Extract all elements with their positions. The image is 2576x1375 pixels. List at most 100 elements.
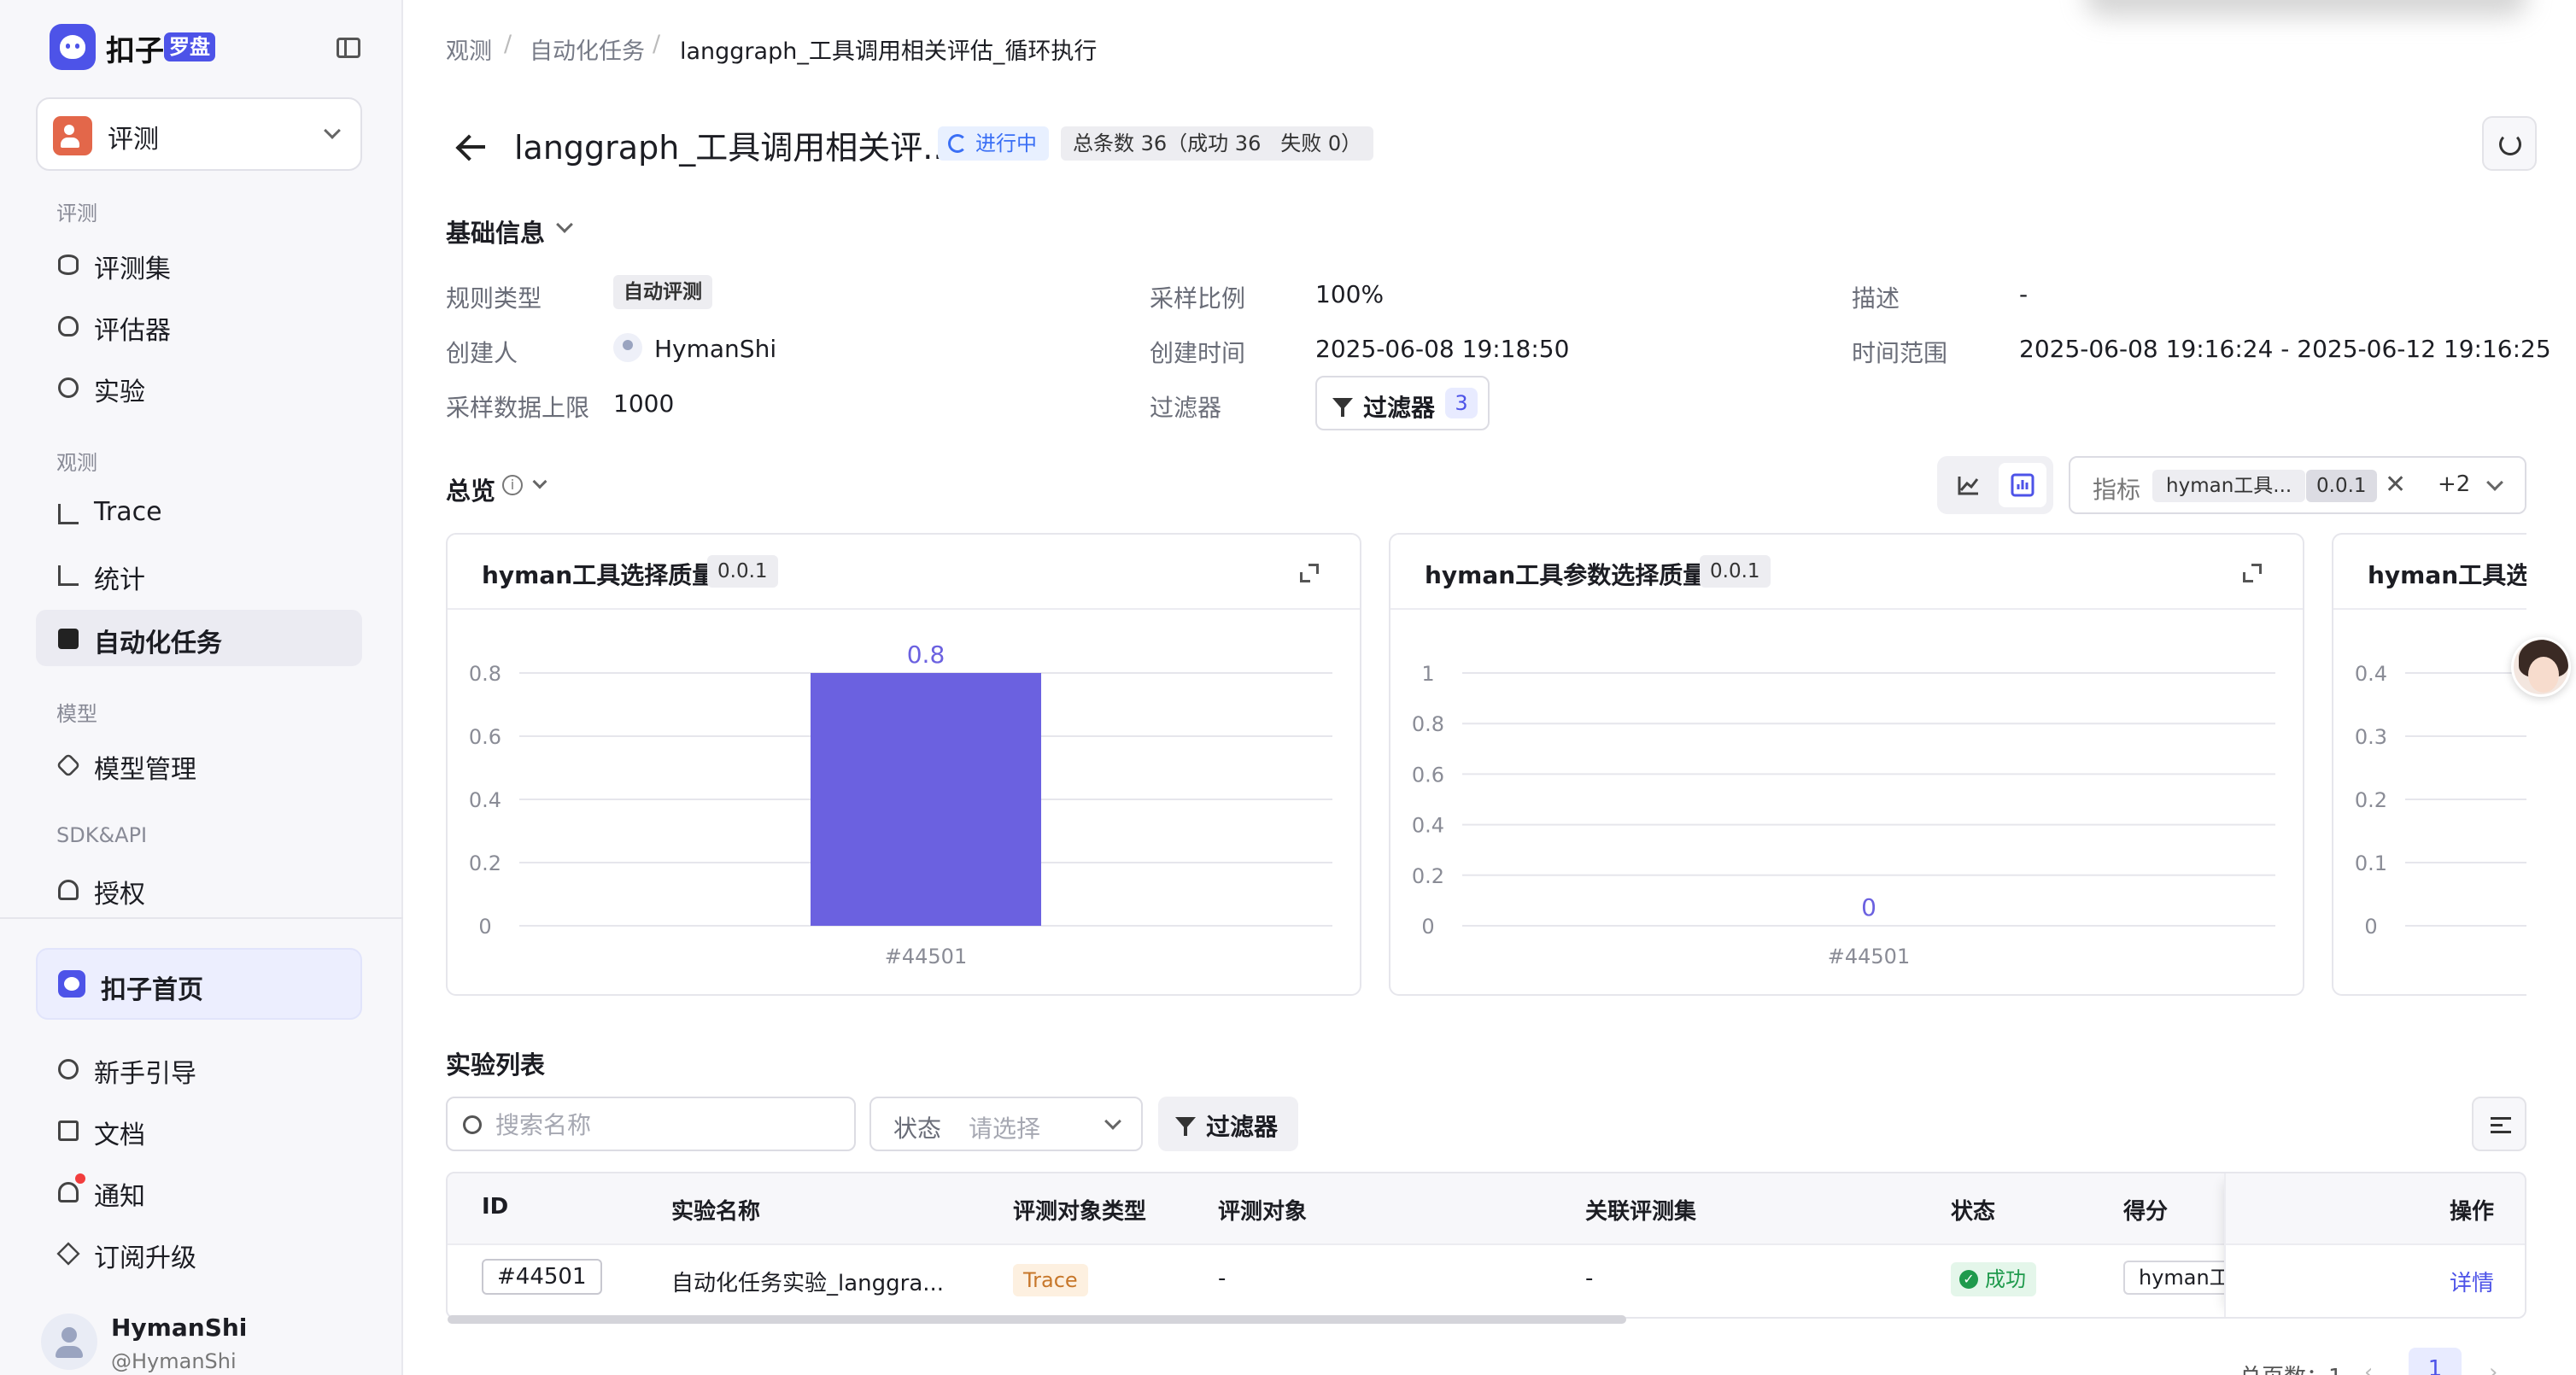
bell-icon <box>58 1182 79 1202</box>
prev-page-icon[interactable]: ‹ <box>2364 1360 2373 1375</box>
search-input[interactable] <box>495 1107 837 1143</box>
search-icon <box>463 1115 482 1134</box>
sidebar-collapse-icon[interactable] <box>337 38 360 58</box>
space-selector[interactable]: 评测 <box>36 97 362 171</box>
y-tick-label: 0 <box>478 915 491 939</box>
sidebar-item-auth[interactable]: 授权 <box>36 861 362 917</box>
info-label: 采样比例 <box>1150 284 1246 313</box>
line-chart-icon <box>58 565 79 586</box>
sidebar-item-label: 通知 <box>94 1182 145 1212</box>
creator-value: HymanShi <box>654 335 777 363</box>
column-header: 操作 <box>2450 1199 2495 1225</box>
target-value: - <box>1218 1266 1227 1291</box>
column-header: 关联评测集 <box>1585 1199 1697 1225</box>
filter-icon <box>1175 1117 1196 1136</box>
breadcrumb-current: langgraph_工具调用相关评估_循环执行 <box>680 38 1098 65</box>
sidebar: 扣子 罗盘 评测 评测 评测集 评估器 实验 观测 Trace 统计 自动化任务… <box>0 0 403 1375</box>
basic-info-title[interactable]: 基础信息 <box>446 214 545 249</box>
sample-rate-value: 100% <box>1315 280 1385 308</box>
breadcrumb-item[interactable]: 自动化任务 <box>530 32 645 66</box>
chevron-down-icon[interactable] <box>532 474 547 489</box>
sidebar-item-notifications[interactable]: 通知 <box>36 1163 362 1220</box>
refresh-icon <box>2499 133 2521 155</box>
loading-icon <box>948 134 967 153</box>
sidebar-item-trace[interactable]: Trace <box>36 485 362 541</box>
count-badge: 总条数 36（成功 36 失败 0） <box>1061 126 1374 161</box>
breadcrumb-separator: / <box>653 31 661 57</box>
y-tick-label: 0.4 <box>2355 662 2387 686</box>
target-type-tag: Trace <box>1013 1264 1088 1296</box>
overview-title[interactable]: 总览 <box>446 471 495 507</box>
horizontal-scrollbar[interactable] <box>448 1315 1626 1324</box>
creator-avatar <box>613 333 642 362</box>
coze-logo-icon <box>58 970 85 998</box>
metric-label: 指标 <box>2093 476 2141 504</box>
rule-type-tag: 自动评测 <box>613 275 712 309</box>
detail-link[interactable]: 详情 <box>2450 1266 2494 1297</box>
bar-view-button[interactable] <box>1999 463 2046 507</box>
chart-card: hyman工具参数选择质量 0.0.1 0 0.2 0.4 0.6 0.8 1 0 #4450… <box>1389 533 2304 996</box>
data-label: 0.8 <box>907 641 946 669</box>
metric-select[interactable]: 指标 hyman工具... 0.0.1 ✕ +2 <box>2069 456 2526 514</box>
status-select-placeholder: 请选择 <box>969 1115 1041 1143</box>
user-handle: @HymanShi <box>111 1349 237 1373</box>
expand-icon[interactable] <box>1300 564 1319 582</box>
sidebar-item-experiments[interactable]: 实验 <box>36 359 362 415</box>
sidebar-item-label: 授权 <box>94 880 145 910</box>
experiment-filter-button[interactable]: 过滤器 <box>1158 1097 1298 1151</box>
sidebar-item-guide[interactable]: 新手引导 <box>36 1040 362 1097</box>
authorization-icon <box>58 880 79 900</box>
x-tick-label: #44501 <box>885 945 967 968</box>
chevron-down-icon[interactable] <box>556 216 573 233</box>
sidebar-item-automation[interactable]: 自动化任务 <box>36 610 362 666</box>
chart-view-toggle <box>1937 456 2053 514</box>
column-settings-button[interactable] <box>2472 1097 2526 1151</box>
sidebar-item-label: 订阅升级 <box>94 1243 196 1273</box>
sidebar-item-evaluators[interactable]: 评估器 <box>36 297 362 354</box>
y-tick-label: 0.8 <box>1412 712 1444 736</box>
page-title: langgraph_工具调用相关评... <box>514 129 954 167</box>
refresh-button[interactable] <box>2482 116 2537 171</box>
sidebar-item-stats[interactable]: 统计 <box>36 547 362 603</box>
filter-icon <box>1332 398 1353 417</box>
brand-logo-icon[interactable] <box>50 24 96 70</box>
experiment-list-title: 实验列表 <box>446 1050 546 1080</box>
expand-icon[interactable] <box>2243 564 2262 582</box>
filter-button[interactable]: 过滤器 3 <box>1315 376 1490 430</box>
line-chart-icon <box>1958 477 1979 495</box>
info-label: 采样数据上限 <box>446 394 590 422</box>
x-tick-label: #44501 <box>1828 945 1910 968</box>
search-input-wrap <box>446 1097 856 1151</box>
page-current[interactable]: 1 <box>2409 1348 2462 1375</box>
user-avatar[interactable] <box>41 1314 97 1370</box>
sidebar-item-label: 自动化任务 <box>94 629 222 658</box>
experiment-id-tag[interactable]: #44501 <box>482 1259 602 1295</box>
task-icon <box>58 629 79 649</box>
sidebar-item-docs[interactable]: 文档 <box>36 1102 362 1158</box>
status-select[interactable]: 状态 请选择 <box>869 1097 1143 1151</box>
nav-group-title: 模型 <box>56 702 97 726</box>
sparkle-icon <box>56 1242 80 1266</box>
assistant-avatar[interactable] <box>2511 637 2571 697</box>
info-label: 过滤器 <box>1150 394 1222 422</box>
next-page-icon[interactable]: › <box>2489 1360 2497 1375</box>
breadcrumb-item[interactable]: 观测 <box>446 32 492 66</box>
chevron-down-icon <box>1104 1113 1121 1130</box>
status-text: 进行中 <box>975 132 1037 155</box>
y-tick-label: 0.4 <box>469 788 501 812</box>
dataset-value: - <box>1585 1266 1594 1291</box>
y-tick-label: 0.2 <box>469 851 501 875</box>
close-icon[interactable]: ✕ <box>2385 470 2406 500</box>
info-icon[interactable]: i <box>502 475 523 495</box>
back-arrow-icon[interactable] <box>454 130 489 164</box>
line-view-button[interactable] <box>1944 463 1992 507</box>
space-label: 评测 <box>108 125 159 155</box>
column-header: 得分 <box>2123 1199 2169 1225</box>
coze-home-button[interactable]: 扣子首页 <box>36 948 362 1020</box>
sidebar-item-models[interactable]: 模型管理 <box>36 736 362 793</box>
status-success-tag: 成功 <box>1951 1262 2036 1296</box>
sidebar-item-datasets[interactable]: 评测集 <box>36 236 362 292</box>
info-label: 描述 <box>1852 284 1900 313</box>
space-avatar-icon <box>53 116 92 155</box>
sidebar-item-upgrade[interactable]: 订阅升级 <box>36 1225 362 1281</box>
